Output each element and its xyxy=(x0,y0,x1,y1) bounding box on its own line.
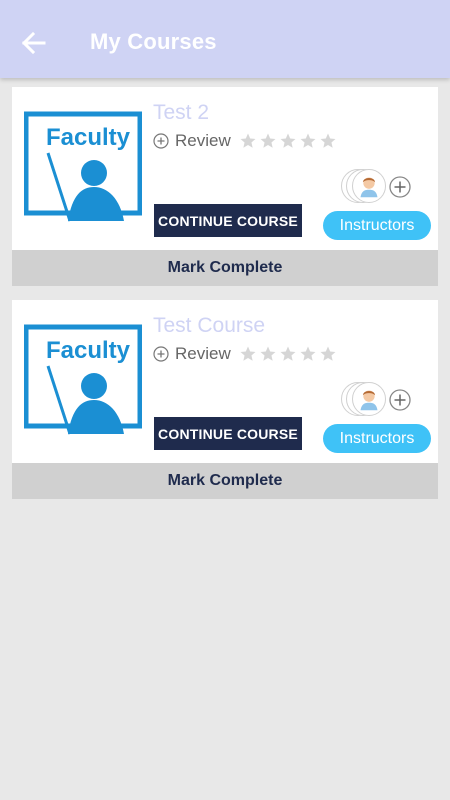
add-instructor-icon[interactable] xyxy=(389,176,411,198)
faculty-logo: Faculty xyxy=(24,111,142,222)
star-icon[interactable] xyxy=(299,345,317,363)
instructors-button[interactable]: Instructors xyxy=(323,211,431,240)
course-card: Faculty Test Course Review CONTINUE COUR… xyxy=(12,300,438,499)
review-row: Review xyxy=(153,343,339,365)
logo-text: Faculty xyxy=(46,124,131,151)
continue-course-button[interactable]: CONTINUE COURSE xyxy=(154,417,302,450)
app-bar: My Courses xyxy=(0,0,450,78)
course-card: Faculty Test 2 Review CONTINUE COURSE In… xyxy=(12,87,438,286)
star-icon[interactable] xyxy=(279,132,297,150)
rating-stars[interactable] xyxy=(239,345,339,363)
back-button[interactable] xyxy=(18,28,52,58)
instructor-avatar-icon xyxy=(352,382,386,416)
star-icon[interactable] xyxy=(319,132,337,150)
logo-text: Faculty xyxy=(46,337,131,364)
add-instructor-icon[interactable] xyxy=(389,389,411,411)
add-review-icon[interactable] xyxy=(153,133,169,149)
star-icon[interactable] xyxy=(259,132,277,150)
rating-stars[interactable] xyxy=(239,132,339,150)
star-icon[interactable] xyxy=(279,345,297,363)
star-icon[interactable] xyxy=(239,132,257,150)
star-icon[interactable] xyxy=(299,132,317,150)
course-title[interactable]: Test 2 xyxy=(153,101,209,125)
instructor-avatar-icon xyxy=(352,169,386,203)
review-row: Review xyxy=(153,130,339,152)
star-icon[interactable] xyxy=(239,345,257,363)
instructors-button[interactable]: Instructors xyxy=(323,424,431,453)
review-label: Review xyxy=(175,131,231,150)
faculty-logo: Faculty xyxy=(24,324,142,435)
course-title[interactable]: Test Course xyxy=(153,314,265,338)
continue-course-button[interactable]: CONTINUE COURSE xyxy=(154,204,302,237)
mark-complete-button[interactable]: Mark Complete xyxy=(12,463,438,499)
star-icon[interactable] xyxy=(319,345,337,363)
star-icon[interactable] xyxy=(259,345,277,363)
mark-complete-button[interactable]: Mark Complete xyxy=(12,250,438,286)
arrow-left-icon xyxy=(21,31,46,55)
page-title: My Courses xyxy=(90,29,217,54)
review-label: Review xyxy=(175,344,231,363)
add-review-icon[interactable] xyxy=(153,346,169,362)
